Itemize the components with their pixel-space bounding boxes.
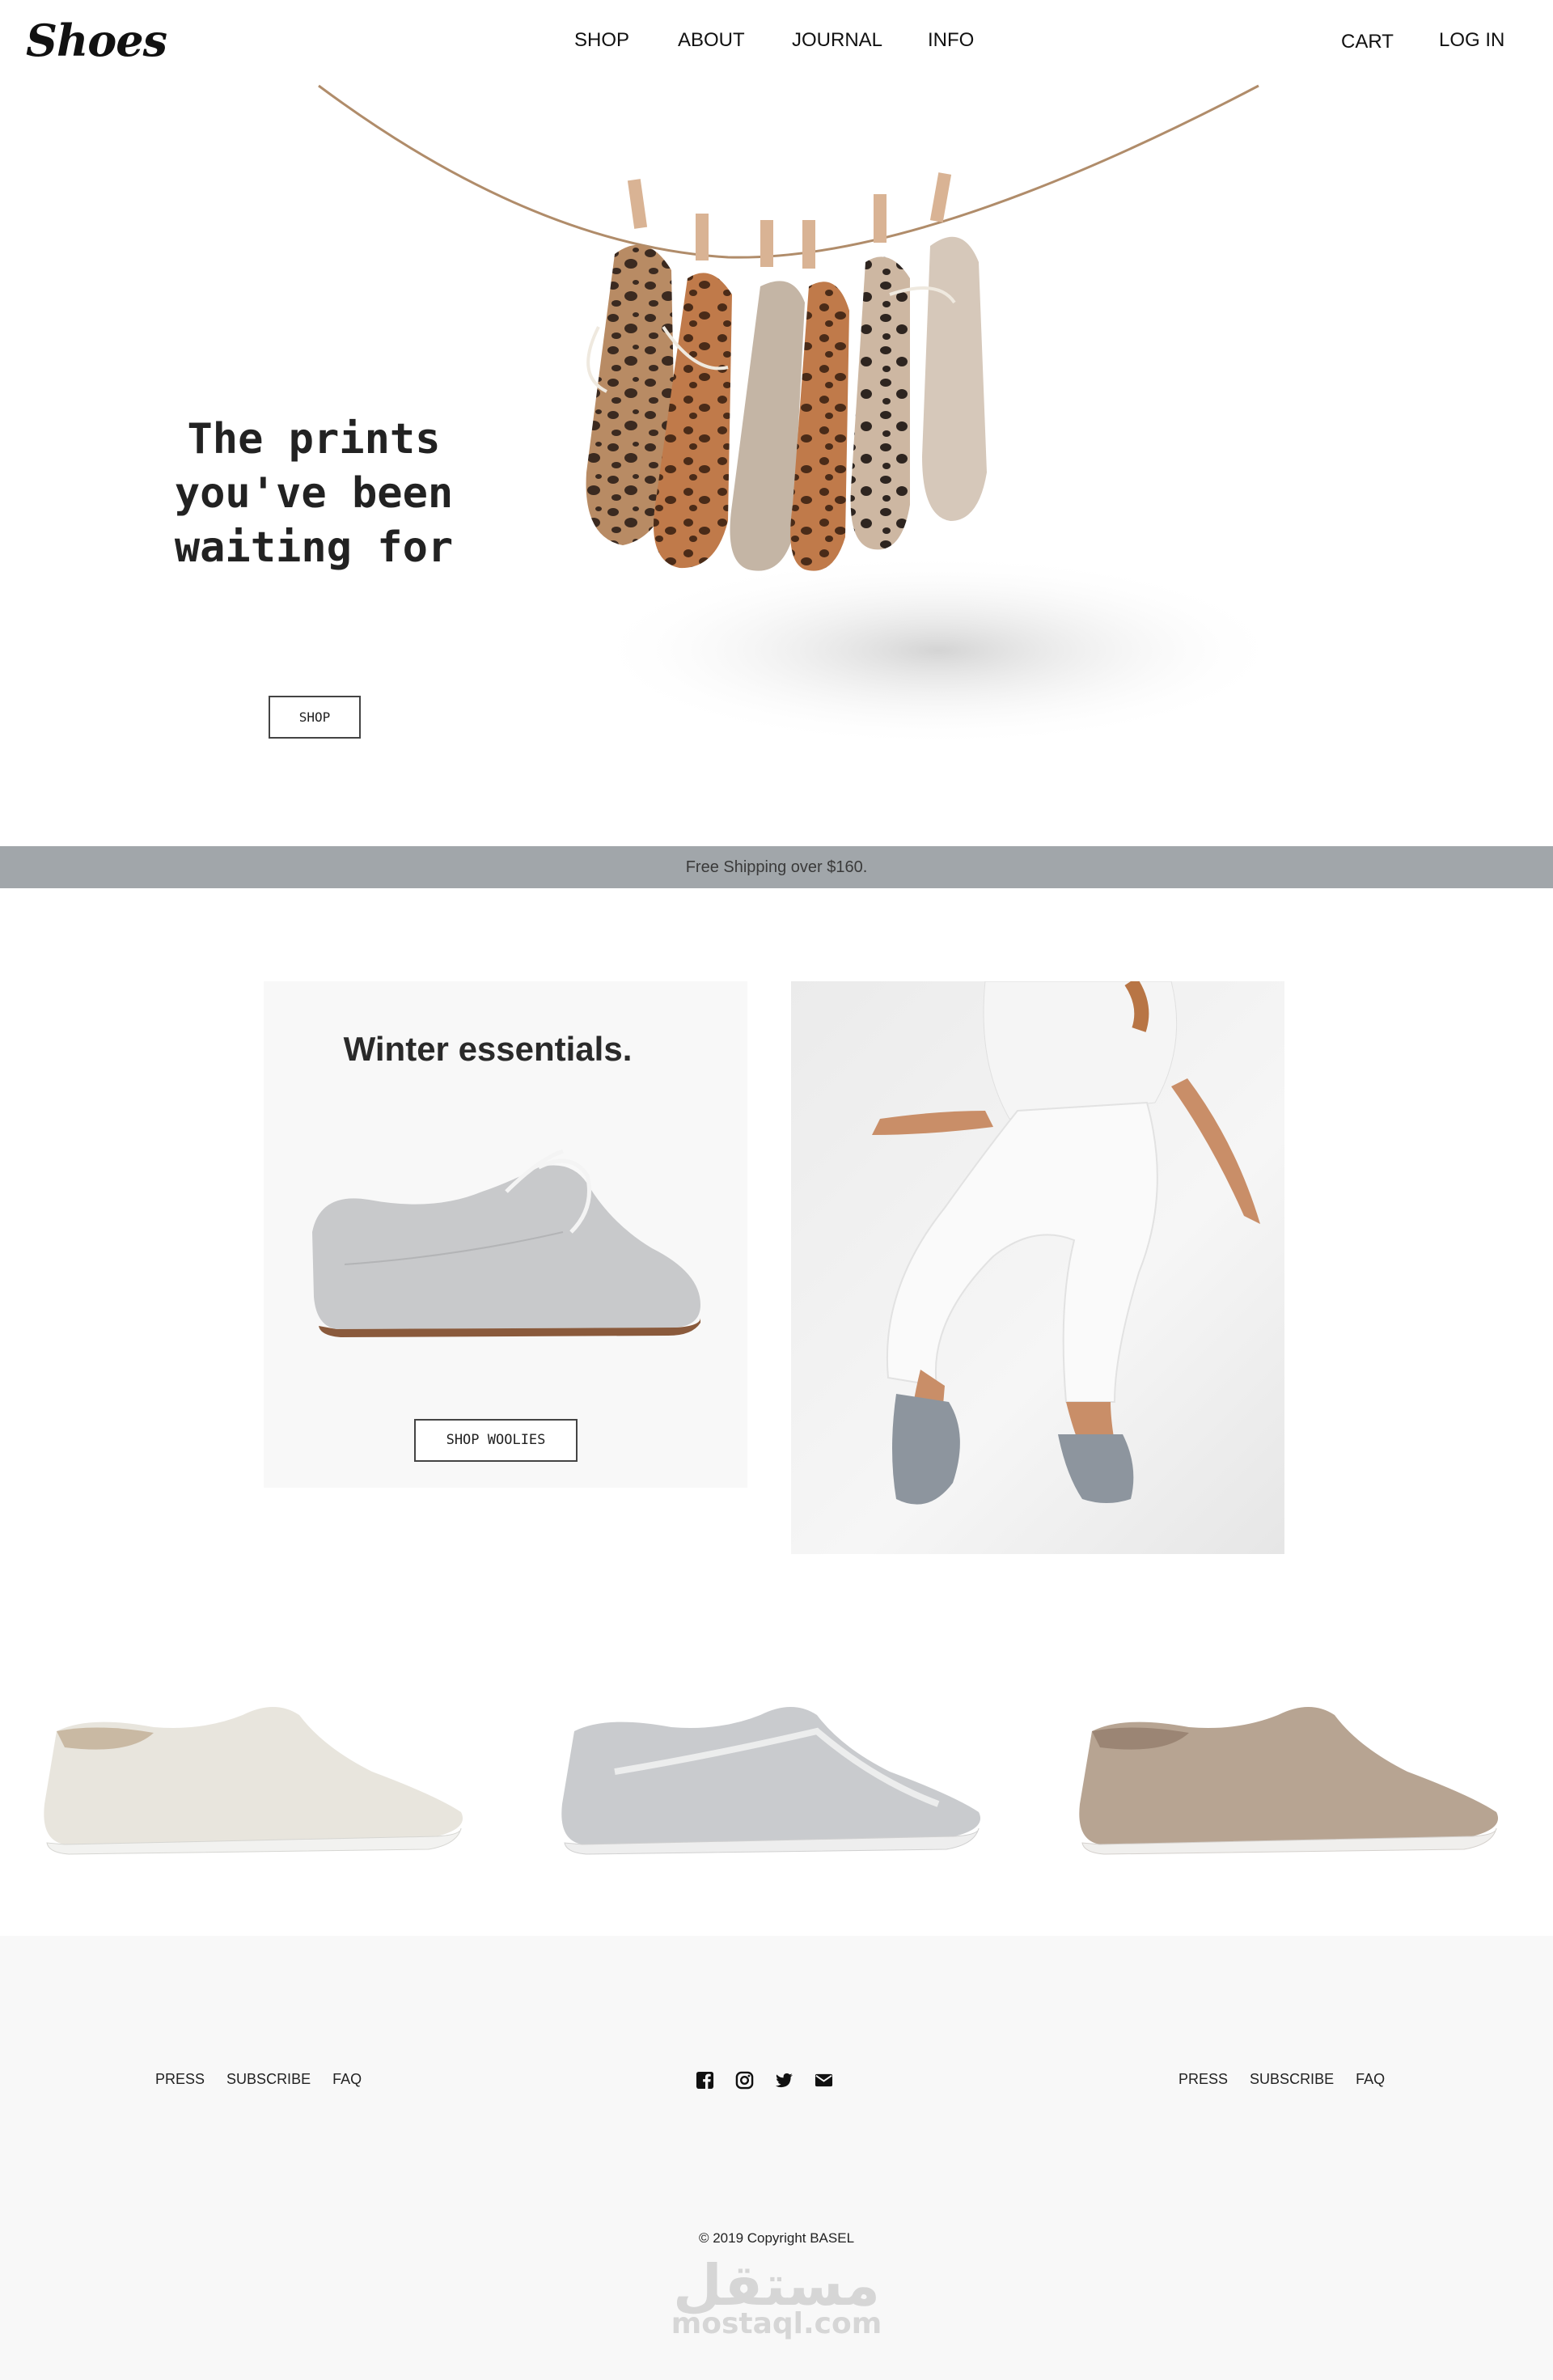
footer-link-press[interactable]: PRESS xyxy=(155,2071,205,2087)
nav-link-info[interactable]: INFO xyxy=(928,29,974,52)
shipping-banner: Free Shipping over $160. xyxy=(0,846,1553,888)
product-silver-loafer[interactable] xyxy=(550,1683,1003,1869)
footer-link-faq[interactable]: FAQ xyxy=(332,2071,362,2087)
twitter-icon[interactable] xyxy=(775,2071,793,2090)
nav-link-journal[interactable]: JOURNAL xyxy=(792,29,882,52)
facebook-icon[interactable] xyxy=(696,2071,714,2090)
product-taupe-loafer[interactable] xyxy=(1068,1683,1521,1869)
instagram-icon[interactable] xyxy=(735,2071,754,2090)
login-link[interactable]: LOG IN xyxy=(1439,29,1504,52)
social-icons xyxy=(696,2071,833,2090)
email-icon[interactable] xyxy=(815,2071,833,2090)
nav-link-shop[interactable]: SHOP xyxy=(574,29,629,52)
footer-link-press[interactable]: PRESS xyxy=(1179,2071,1228,2087)
footer-link-subscribe[interactable]: SUBSCRIBE xyxy=(1250,2071,1334,2087)
model-lifestyle-photo xyxy=(791,981,1284,1554)
shop-woolies-button[interactable]: SHOP WOOLIES xyxy=(414,1419,578,1462)
hanging-shoes-image xyxy=(318,84,1286,747)
footer-links-right: PRESS SUBSCRIBE FAQ xyxy=(1179,2071,1403,2088)
copyright-text: © 2019 Copyright BASEL xyxy=(698,2230,855,2246)
winter-essentials-card: Winter essentials. SHOP WOOLIES xyxy=(264,981,747,1488)
cart-link[interactable]: CART xyxy=(1341,31,1394,53)
site-footer: PRESS SUBSCRIBE FAQ PRESS SUBSCRIBE FAQ … xyxy=(0,1936,1553,2380)
grey-suede-shoe-image xyxy=(312,1149,700,1337)
winter-title: Winter essentials. xyxy=(343,1030,633,1068)
footer-links-left: PRESS SUBSCRIBE FAQ xyxy=(155,2071,379,2088)
footer-link-faq[interactable]: FAQ xyxy=(1356,2071,1385,2087)
site-logo[interactable]: Shoes xyxy=(26,15,167,66)
footer-link-subscribe[interactable]: SUBSCRIBE xyxy=(226,2071,311,2087)
nav-link-about[interactable]: ABOUT xyxy=(678,29,745,52)
site-header: Shoes SHOP ABOUT JOURNAL INFO CART LOG I… xyxy=(0,0,1553,84)
watermark-english: mostaql.com xyxy=(671,2307,882,2340)
product-cream-loafer[interactable] xyxy=(32,1683,485,1869)
mostaql-watermark: مستقل mostaql.com xyxy=(0,2253,1553,2339)
